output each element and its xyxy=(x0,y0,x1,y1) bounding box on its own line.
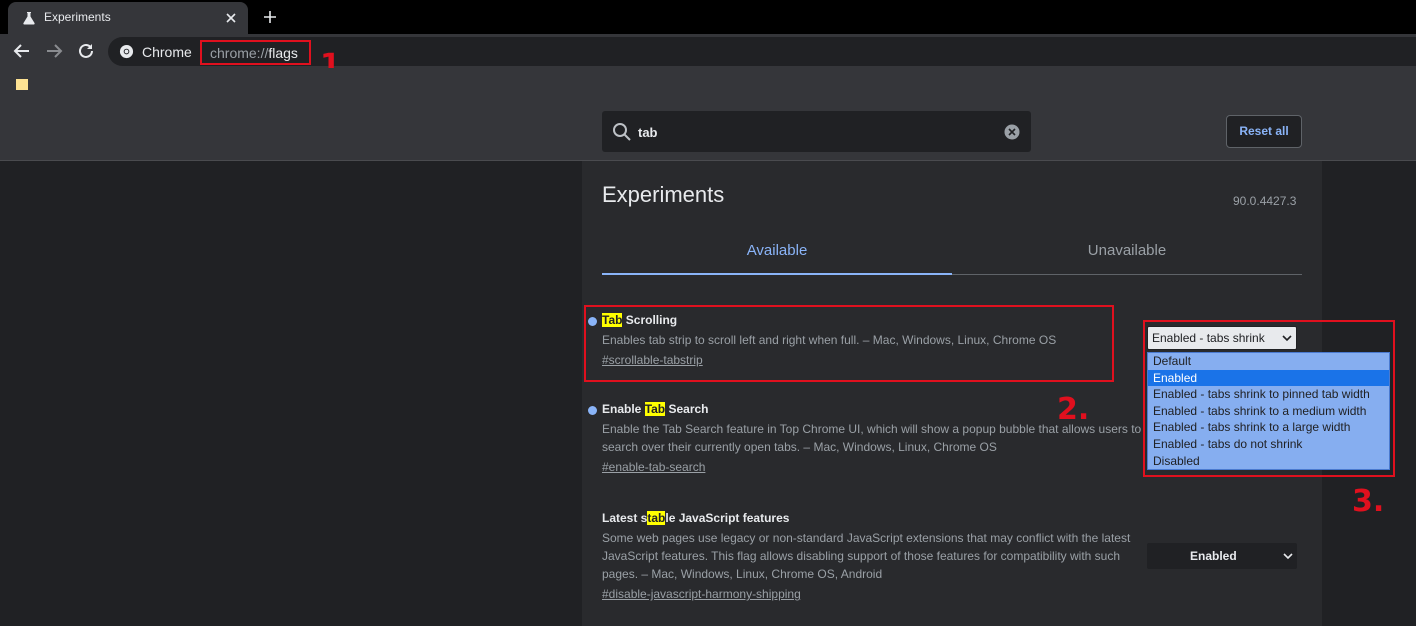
flag-name-part: Enable xyxy=(602,402,645,416)
reload-icon[interactable] xyxy=(76,41,96,61)
flags-header: Reset all xyxy=(0,102,1416,161)
search-highlight: tab xyxy=(647,511,666,525)
bookmarks-bar xyxy=(0,68,1416,102)
search-icon xyxy=(613,123,631,141)
select-value: Enabled xyxy=(1190,549,1237,563)
flag-link[interactable]: #disable-javascript-harmony-shipping xyxy=(602,585,801,603)
browser-window: Experiments Chrome chrome://flags 1. tab… xyxy=(0,0,1416,626)
flag-name: Latest stable JavaScript features xyxy=(602,509,1142,527)
clear-search-icon[interactable] xyxy=(1004,124,1020,140)
browser-tab-experiments[interactable]: Experiments xyxy=(8,2,248,34)
annotation-step-2: 2. xyxy=(1057,392,1090,427)
reset-all-button[interactable]: Reset all xyxy=(1226,115,1302,148)
flag-description: Some web pages use legacy or non-standar… xyxy=(602,531,1131,581)
site-chip: Chrome xyxy=(142,44,192,60)
flask-icon xyxy=(23,12,35,25)
tab-strip: Experiments xyxy=(0,0,1416,34)
omnibox[interactable]: Chrome chrome://flags xyxy=(108,37,1416,66)
page-title: Experiments xyxy=(602,182,725,207)
chevron-down-icon xyxy=(1283,553,1293,560)
url-text[interactable]: chrome://flags xyxy=(200,40,311,65)
flag-status-dot xyxy=(588,406,597,415)
flag-latest-stable-js: Latest stable JavaScript features Some w… xyxy=(602,509,1142,603)
annotation-box-flag xyxy=(584,305,1114,382)
forward-arrow-icon[interactable] xyxy=(44,41,64,61)
flag-name-part: Latest s xyxy=(602,511,648,525)
annotation-box-dropdown xyxy=(1143,320,1395,477)
search-input[interactable] xyxy=(638,121,998,143)
flag-name-part: Search xyxy=(665,402,709,416)
search-box xyxy=(602,111,1031,152)
url-scheme: chrome:// xyxy=(210,45,269,61)
annotation-step-3: 3. xyxy=(1352,484,1385,519)
tab-unavailable[interactable]: Unavailable xyxy=(952,231,1302,275)
search-highlight: Tab xyxy=(644,402,666,416)
flag-name-part: le JavaScript features xyxy=(665,511,790,525)
close-icon[interactable] xyxy=(223,10,239,26)
tab-title: Experiments xyxy=(44,10,111,24)
flag-select-latest-stable-js[interactable]: Enabled xyxy=(1147,543,1297,569)
back-arrow-icon[interactable] xyxy=(12,41,32,61)
chrome-logo-icon xyxy=(119,44,134,59)
folder-icon[interactable] xyxy=(15,78,29,91)
flag-link[interactable]: #enable-tab-search xyxy=(602,458,705,476)
new-tab-icon[interactable] xyxy=(260,7,280,27)
toolbar: Chrome chrome://flags xyxy=(0,34,1416,68)
tab-available[interactable]: Available xyxy=(602,231,952,275)
version-label: 90.0.4427.3 xyxy=(1233,194,1297,208)
url-host: flags xyxy=(268,45,298,61)
